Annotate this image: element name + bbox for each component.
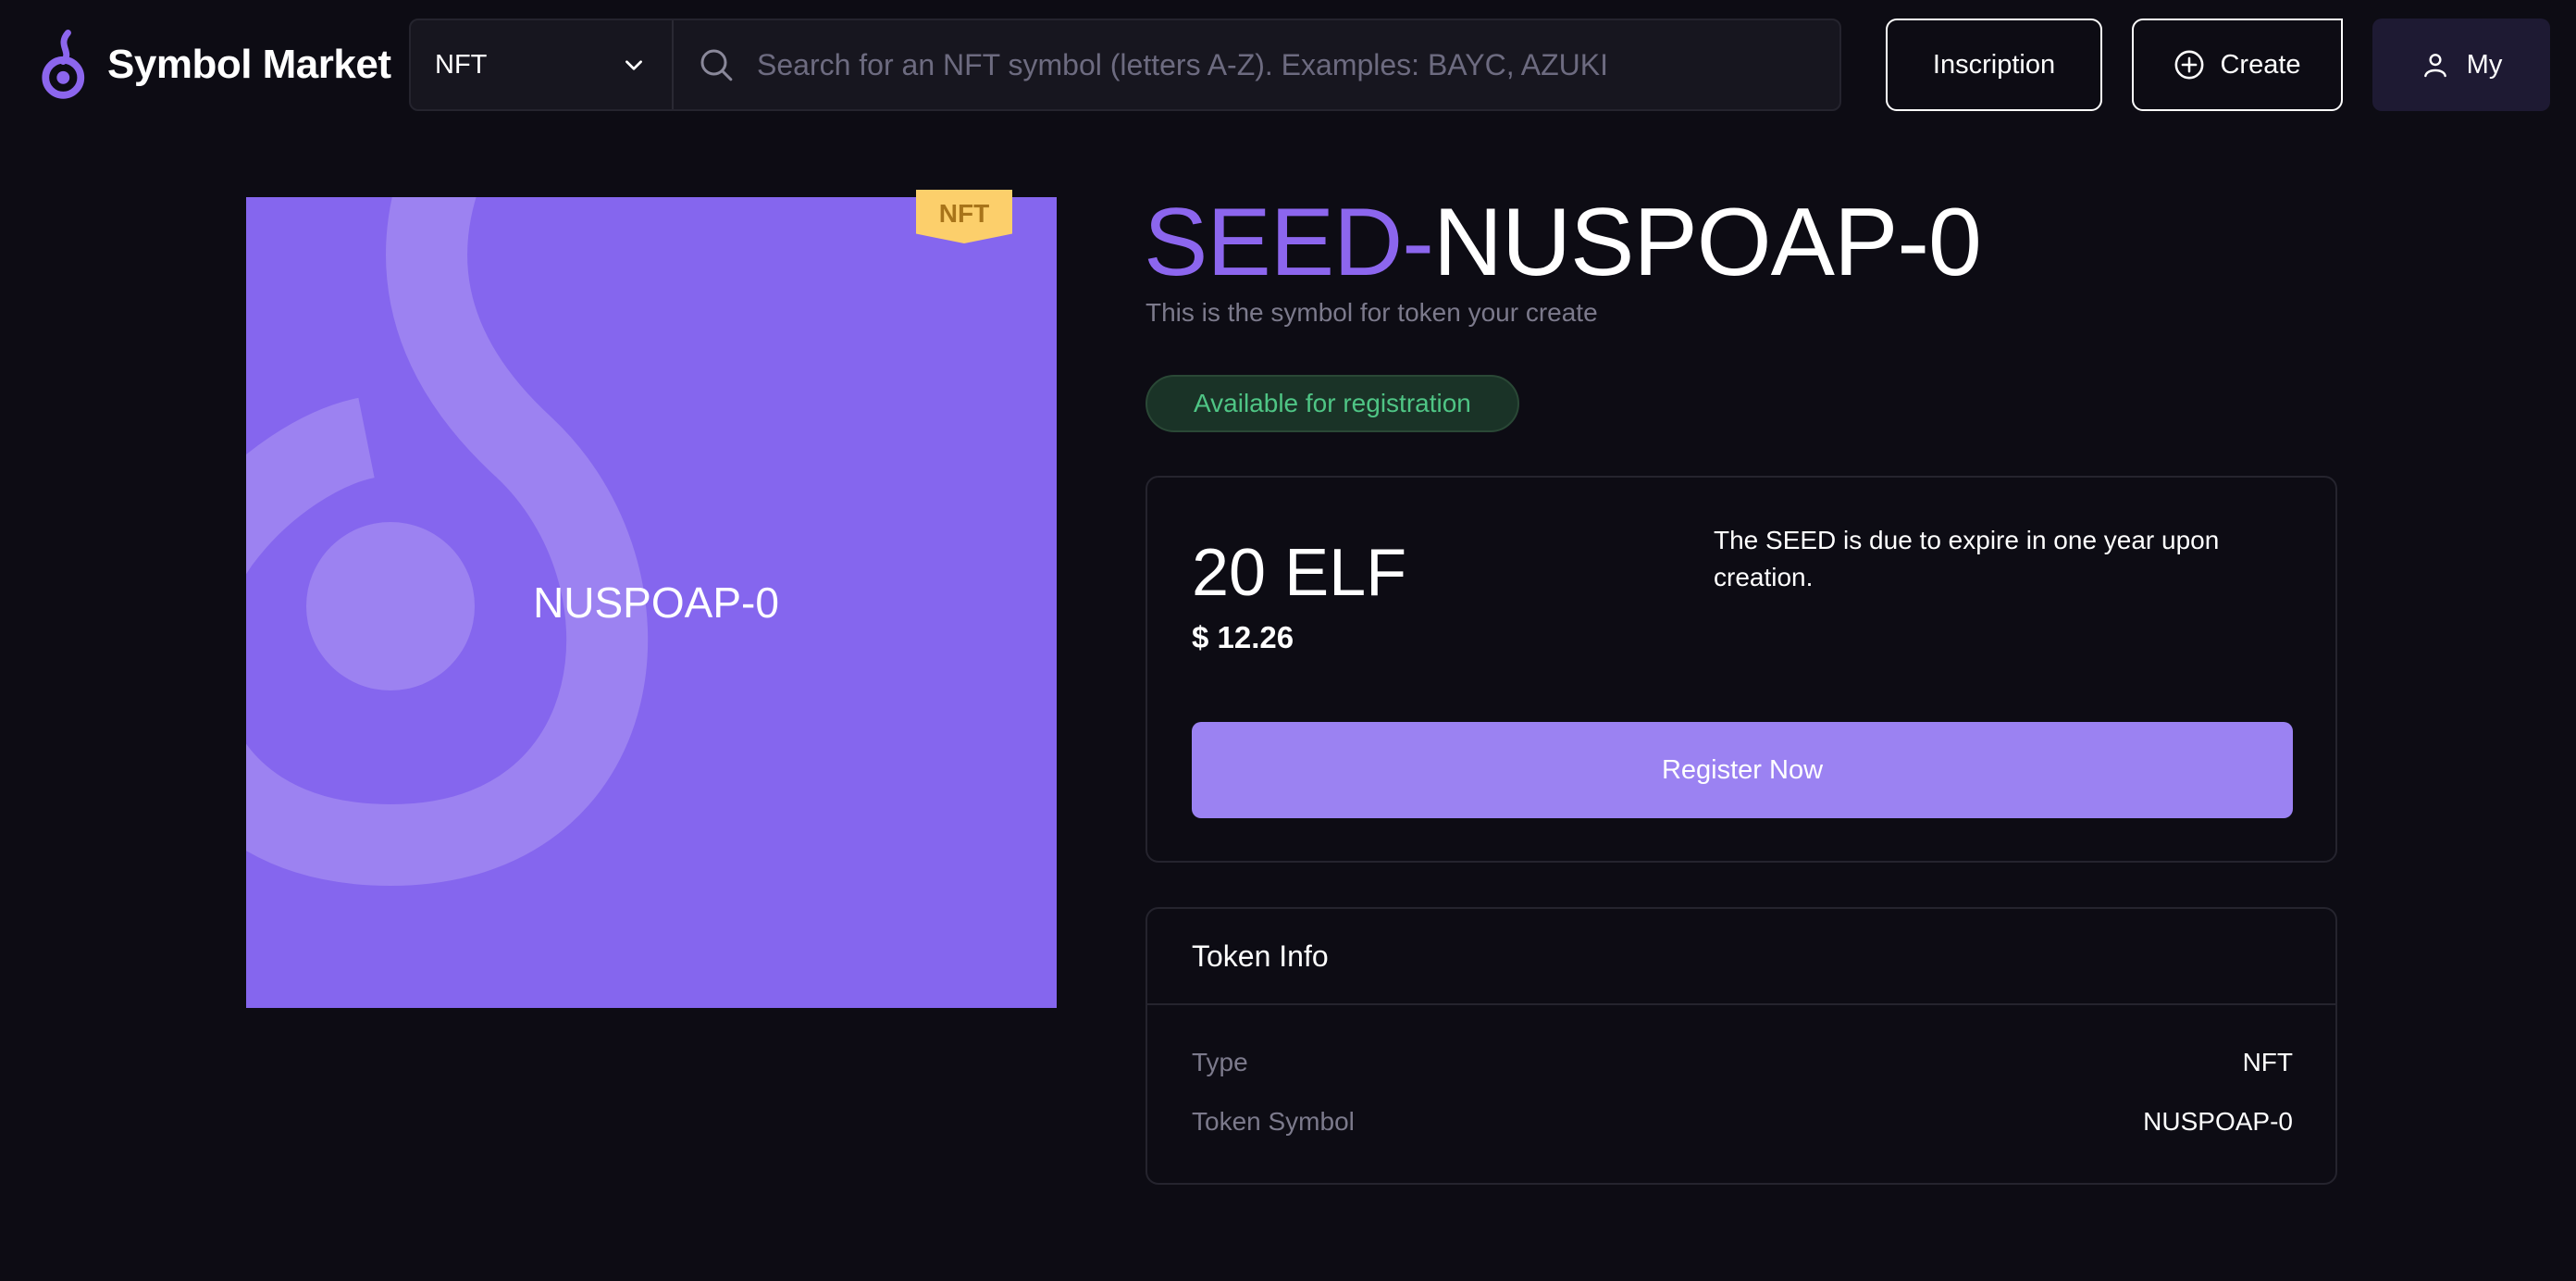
info-key: Type [1192, 1048, 1248, 1076]
token-info-title: Token Info [1147, 909, 2335, 1005]
price-usd: $ 12.26 [1192, 620, 1294, 654]
nft-badge: NFT [916, 190, 1012, 243]
expire-note: The SEED is due to expire in one year up… [1714, 526, 2220, 591]
info-row-token-symbol: Token Symbol NUSPOAP-0 [1192, 1107, 2293, 1137]
status-badge: Available for registration [1146, 375, 1519, 432]
title-symbol: NUSPOAP-0 [1432, 189, 1982, 296]
register-now-button[interactable]: Register Now [1192, 722, 2293, 818]
type-select-value: NFT [435, 49, 488, 80]
search-field [674, 20, 1839, 109]
page-title: SEED-NUSPOAP-0 [1144, 185, 1982, 300]
search-icon [700, 49, 733, 81]
info-row-type: Type NFT [1192, 1048, 2293, 1077]
logo-icon [42, 30, 85, 99]
top-header: Symbol Market NFT Inscription Create [0, 0, 2576, 130]
my-button-label: My [2466, 49, 2503, 80]
brand-name: Symbol Market [107, 42, 391, 87]
search-input[interactable] [757, 47, 1839, 82]
token-image-label: NUSPOAP-0 [533, 578, 779, 627]
price-card: 20 ELF $ 12.26 The SEED is due to expire… [1146, 476, 2337, 863]
price-elf: 20 ELF [1192, 536, 1407, 610]
plus-circle-icon [2175, 50, 2204, 80]
my-button[interactable]: My [2372, 19, 2550, 111]
info-key: Token Symbol [1192, 1107, 1355, 1136]
create-button-label: Create [2220, 49, 2301, 80]
page-subtitle: This is the symbol for token your create [1146, 298, 1598, 327]
type-select[interactable]: NFT [411, 20, 674, 109]
title-prefix: SEED- [1144, 189, 1434, 296]
brand-logo[interactable]: Symbol Market [41, 28, 391, 102]
inscription-button-label: Inscription [1932, 49, 2056, 80]
user-icon [2423, 54, 2446, 78]
info-value: NFT [2242, 1048, 2293, 1076]
search-bar: NFT [409, 19, 1841, 111]
create-button[interactable]: Create [2132, 19, 2343, 111]
inscription-button[interactable]: Inscription [1886, 19, 2102, 111]
token-image: NUSPOAP-0 [246, 197, 1057, 1008]
info-value: NUSPOAP-0 [2143, 1107, 2293, 1136]
chevron-down-icon [625, 60, 642, 70]
token-info-card: Token Info Type NFT Token Symbol NUSPOAP… [1146, 907, 2337, 1185]
